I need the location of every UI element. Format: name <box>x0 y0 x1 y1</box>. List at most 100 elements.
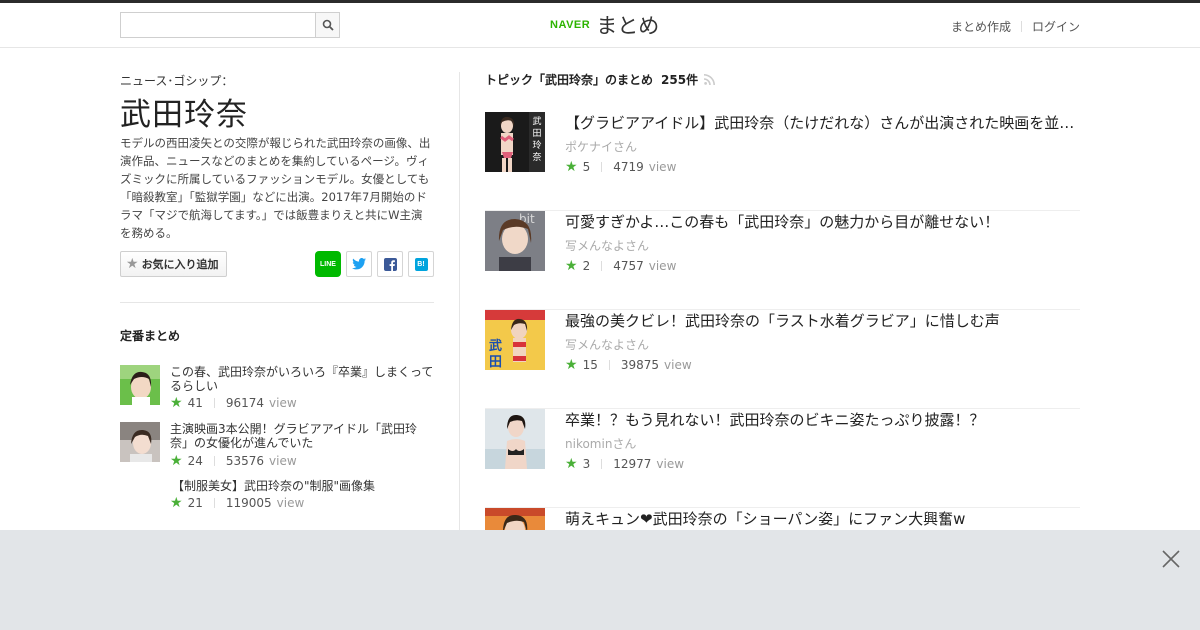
add-favorite-button[interactable]: ★ お気に入り追加 <box>120 251 227 277</box>
svg-text:奈: 奈 <box>532 151 541 163</box>
item-meta: ★ 5 4719 view <box>565 159 676 175</box>
facebook-share-button[interactable] <box>377 251 403 277</box>
close-button[interactable] <box>1162 550 1180 568</box>
close-icon <box>1162 550 1180 568</box>
item-author[interactable]: 写メんなよさん <box>565 237 649 254</box>
topic-list-title: トピック「武田玲奈」のまとめ <box>485 73 654 87</box>
item-title[interactable]: 【グラビアアイドル】武田玲奈（たけだれな）さんが出演された映画を並べてみました <box>565 112 1080 133</box>
teiban-item[interactable]: 主演映画3本公開！グラビアアイドル「武田玲奈」の女優化が進んでいた ★ 24 5… <box>120 422 434 469</box>
line-icon: LINE <box>320 260 336 268</box>
item-author[interactable]: nikominさん <box>565 435 636 452</box>
star-icon: ★ <box>170 395 183 411</box>
topic-list-item[interactable]: 武 田 玲 奈 【グラビアアイドル】武田玲奈（たけだれな）さんが出演された映画を… <box>485 112 1080 211</box>
teiban-item-likes: 41 <box>187 396 203 410</box>
teiban-item-meta: ★ 21 119005 view <box>170 495 304 511</box>
item-thumbnail[interactable]: bit <box>485 211 545 271</box>
topic-list-item[interactable]: 武 田 最強の美クビレ！武田玲奈の「ラスト水着グラビア」に惜しむ声 写メんなよさ… <box>485 310 1080 409</box>
hatena-share-button[interactable]: B! <box>408 251 434 277</box>
search-button[interactable] <box>315 13 339 37</box>
header-link-separator <box>1020 21 1022 32</box>
item-title[interactable]: 卒業！？もう見れない！武田玲奈のビキニ姿たっぷり披露！？ <box>565 409 1080 430</box>
item-likes: 3 <box>582 457 591 471</box>
facebook-icon <box>383 257 397 271</box>
site-logo[interactable]: NAVER まとめ <box>550 12 659 38</box>
meta-separator <box>213 398 215 408</box>
star-icon: ★ <box>565 357 578 373</box>
star-icon: ★ <box>170 453 183 469</box>
svg-text:武: 武 <box>532 115 541 127</box>
star-icon: ★ <box>565 159 578 175</box>
view-label: view <box>269 396 297 410</box>
item-likes: 2 <box>582 259 591 273</box>
topic-list-item[interactable]: bit 可愛すぎかよ…この春も「武田玲奈」の魅力から目が離せない！ 写メんなよさ… <box>485 211 1080 310</box>
teiban-thumbnail[interactable] <box>120 365 160 405</box>
search-icon <box>322 19 334 31</box>
meta-separator <box>213 498 215 508</box>
teiban-item-title[interactable]: この春、武田玲奈がいろいろ『卒業』しまくってるらしい <box>170 365 434 393</box>
item-author[interactable]: ポケナイさん <box>565 138 637 155</box>
teiban-item-meta: ★ 41 96174 view <box>170 395 297 411</box>
star-icon: ★ <box>126 256 139 272</box>
teiban-item-title[interactable]: 主演映画3本公開！グラビアアイドル「武田玲奈」の女優化が進んでいた <box>170 422 434 450</box>
item-thumbnail[interactable]: 武 田 <box>485 310 545 370</box>
teiban-item[interactable]: 【制服美女】武田玲奈の"制服"画像集 ★ 21 119005 view <box>120 479 434 511</box>
topic-sidebar: ニュース･ゴシップ： 武田玲奈 モデルの西田凌矢との交際が報じられた武田玲奈の画… <box>120 48 434 538</box>
item-title[interactable]: 最強の美クビレ！武田玲奈の「ラスト水着グラビア」に惜しむ声 <box>565 310 1080 331</box>
item-likes: 15 <box>582 358 598 372</box>
star-icon: ★ <box>170 495 183 511</box>
topic-description: モデルの西田凌矢との交際が報じられた武田玲奈の画像、出演作品、ニュースなどのまと… <box>120 136 431 240</box>
meta-separator <box>601 459 603 469</box>
meta-separator <box>213 456 215 466</box>
item-likes: 5 <box>582 160 591 174</box>
hatena-icon: B! <box>414 257 428 271</box>
create-matome-link[interactable]: まとめ作成 <box>951 18 1011 35</box>
topic-list-count: 255件 <box>661 73 699 87</box>
item-author[interactable]: 写メんなよさん <box>565 336 649 353</box>
view-label: view <box>648 160 677 174</box>
item-views: 4757 <box>613 259 644 273</box>
view-label: view <box>269 454 297 468</box>
page-title: 武田玲奈 <box>120 97 248 133</box>
item-title[interactable]: 萌えキュン❤武田玲奈の「ショーパン姿」にファン大興奮w <box>565 508 1080 529</box>
teiban-item-likes: 21 <box>187 496 203 510</box>
item-thumbnail[interactable]: 武 田 玲 奈 <box>485 112 545 172</box>
sidebar-divider <box>120 302 434 303</box>
item-meta: ★ 3 12977 view <box>565 456 684 472</box>
svg-text:玲: 玲 <box>532 139 541 151</box>
teiban-item-views: 119005 <box>225 496 272 510</box>
logo-brand: NAVER <box>550 19 591 31</box>
rss-icon[interactable] <box>704 74 716 85</box>
ad-overlay-banner <box>0 530 1200 630</box>
view-label: view <box>656 457 685 471</box>
star-icon: ★ <box>565 456 578 472</box>
svg-text:田: 田 <box>532 128 541 139</box>
site-header: NAVER まとめ まとめ作成 ログイン <box>0 3 1200 48</box>
search-input[interactable] <box>121 13 316 37</box>
teiban-item-views: 96174 <box>225 396 265 410</box>
teiban-item-meta: ★ 24 53576 view <box>170 453 297 469</box>
item-meta: ★ 2 4757 view <box>565 258 676 274</box>
login-link[interactable]: ログイン <box>1032 18 1080 35</box>
item-views: 39875 <box>620 358 660 372</box>
view-label: view <box>276 496 305 510</box>
teiban-item-views: 53576 <box>225 454 265 468</box>
topic-list-item[interactable]: 卒業！？もう見れない！武田玲奈のビキニ姿たっぷり披露！？ nikominさん ★… <box>485 409 1080 508</box>
topic-list-heading: トピック「武田玲奈」のまとめ 255件 <box>485 71 716 88</box>
svg-text:武: 武 <box>489 338 502 354</box>
header-links: まとめ作成 ログイン <box>951 18 1080 35</box>
item-thumbnail[interactable] <box>485 409 545 469</box>
view-label: view <box>648 259 677 273</box>
column-divider <box>459 72 460 542</box>
teiban-thumbnail[interactable] <box>120 422 160 462</box>
item-title[interactable]: 可愛すぎかよ…この春も「武田玲奈」の魅力から目が離せない！ <box>565 211 1080 232</box>
star-icon: ★ <box>565 258 578 274</box>
twitter-share-button[interactable] <box>346 251 372 277</box>
share-buttons: LINE B! <box>315 251 434 277</box>
teiban-item-likes: 24 <box>187 454 203 468</box>
topic-category[interactable]: ニュース･ゴシップ： <box>120 72 233 89</box>
teiban-item[interactable]: この春、武田玲奈がいろいろ『卒業』しまくってるらしい ★ 41 96174 vi… <box>120 365 434 411</box>
meta-separator <box>601 162 603 172</box>
line-share-button[interactable]: LINE <box>315 251 341 277</box>
teiban-item-title[interactable]: 【制服美女】武田玲奈の"制服"画像集 <box>172 479 436 493</box>
twitter-icon <box>352 258 366 270</box>
